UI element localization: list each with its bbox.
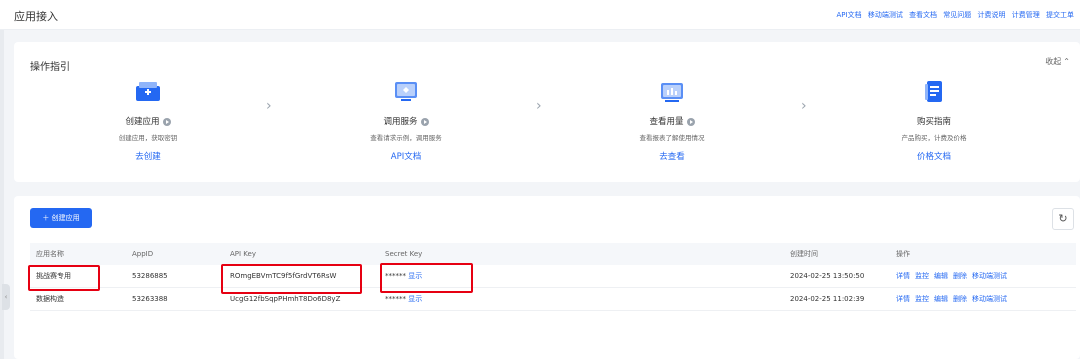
column-header: API Key (230, 250, 256, 258)
step-arrow-icon: › (266, 98, 272, 114)
row-actions: 详情 监控 编辑 删除 移动端测试 (896, 288, 1012, 310)
top-links: API文档 移动端测试 查看文档 常见问题 计费说明 计费管理 提交工单 (833, 10, 1074, 20)
step-desc: 产品购买，计费及价格 (901, 134, 967, 142)
operation-guide-card: 操作指引 收起 ⌃ 创建应用 创建应用，获取密钥 去创建 › 调用服务 查看请求示… (14, 42, 1080, 182)
link-faq[interactable]: 常见问题 (943, 11, 971, 19)
details-link[interactable]: 详情 (896, 272, 910, 280)
table-header: 应用名称 AppID API Key Secret Key 创建时间 操作 (30, 243, 1076, 265)
column-header: AppID (132, 250, 154, 258)
pricing-docs-link[interactable]: 价格文档 (834, 150, 1034, 162)
table-row: 挑战赛专用 53286885 ROmgEBVmTC9f5fGrdVT6RsW *… (30, 265, 1076, 288)
mobile-test-link[interactable]: 移动端测试 (972, 272, 1007, 280)
app-table: 应用名称 AppID API Key Secret Key 创建时间 操作 挑战… (30, 243, 1076, 311)
play-info-icon[interactable] (162, 117, 171, 126)
link-billing-manage[interactable]: 计费管理 (1012, 11, 1040, 19)
app-id: 53286885 (132, 272, 168, 280)
purchase-guide-icon (921, 80, 947, 104)
step-arrow-icon: › (801, 98, 807, 114)
refresh-icon[interactable]: ↻ (1052, 208, 1074, 230)
guide-title: 操作指引 (30, 62, 70, 73)
app-name-link[interactable]: 数据构造 (36, 288, 64, 310)
top-bar: 应用接入 API文档 移动端测试 查看文档 常见问题 计费说明 计费管理 提交工… (0, 0, 1080, 30)
go-create-link[interactable]: 去创建 (48, 150, 248, 162)
link-mobile-test[interactable]: 移动端测试 (868, 11, 903, 19)
app-list-card: ＋ 创建应用 ↻ 应用名称 AppID API Key Secret Key 创… (14, 196, 1080, 359)
highlight-box-secret-key (380, 263, 473, 293)
link-submit-ticket[interactable]: 提交工单 (1046, 11, 1074, 19)
link-api-docs[interactable]: API文档 (837, 11, 862, 19)
api-docs-link[interactable]: API文档 (306, 150, 506, 162)
app-id: 53263388 (132, 295, 168, 303)
step-arrow-icon: › (536, 98, 542, 114)
create-app-icon (135, 80, 161, 104)
call-service-icon (393, 80, 419, 104)
play-info-icon[interactable] (686, 117, 695, 126)
go-view-link[interactable]: 去查看 (572, 150, 772, 162)
sidebar-toggle-icon[interactable]: ‹ (2, 284, 10, 310)
mobile-test-link[interactable]: 移动端测试 (972, 295, 1007, 303)
step-name: 查看用量 (649, 117, 684, 127)
column-header: 操作 (896, 250, 910, 258)
step-desc: 查看请求示例，调用服务 (370, 134, 442, 142)
highlight-box-app-name (28, 265, 100, 291)
create-app-button[interactable]: ＋ 创建应用 (30, 208, 92, 228)
details-link[interactable]: 详情 (896, 295, 910, 303)
collapse-button[interactable]: 收起 ⌃ (1045, 56, 1070, 67)
usage-chart-icon (659, 80, 685, 104)
monitor-link[interactable]: 监控 (915, 295, 929, 303)
row-actions: 详情 监控 编辑 删除 移动端测试 (896, 265, 1012, 287)
highlight-box-api-key (221, 264, 362, 294)
edit-link[interactable]: 编辑 (934, 295, 948, 303)
delete-link[interactable]: 删除 (953, 272, 967, 280)
step-name: 调用服务 (383, 117, 418, 127)
step-desc: 创建应用，获取密钥 (118, 134, 178, 142)
guide-step-create-app: 创建应用 创建应用，获取密钥 去创建 (48, 80, 248, 162)
created-time: 2024-02-25 11:02:39 (790, 295, 865, 303)
column-header: Secret Key (385, 250, 423, 258)
step-name: 购买指南 (916, 117, 951, 127)
column-header: 创建时间 (790, 250, 818, 258)
guide-step-call-service: 调用服务 查看请求示例，调用服务 API文档 (306, 80, 506, 162)
step-desc: 查看报表了解使用情况 (639, 134, 705, 142)
show-secret-link[interactable]: 显示 (408, 295, 422, 303)
column-header: 应用名称 (36, 250, 64, 258)
play-info-icon[interactable] (420, 117, 429, 126)
guide-step-view-usage: 查看用量 查看报表了解使用情况 去查看 (572, 80, 772, 162)
table-row: 数据构造 53263388 UcgG12fbSqpPHmhT8Do6D8yZ *… (30, 288, 1076, 311)
plus-icon: ＋ (42, 214, 52, 222)
link-view-docs[interactable]: 查看文档 (909, 11, 937, 19)
link-billing-info[interactable]: 计费说明 (978, 11, 1006, 19)
chevron-up-icon: ⌃ (1063, 57, 1070, 66)
monitor-link[interactable]: 监控 (915, 272, 929, 280)
page-title: 应用接入 (14, 10, 58, 23)
edit-link[interactable]: 编辑 (934, 272, 948, 280)
created-time: 2024-02-25 13:50:50 (790, 272, 865, 280)
guide-step-purchase: 购买指南 产品购买，计费及价格 价格文档 (834, 80, 1034, 162)
delete-link[interactable]: 删除 (953, 295, 967, 303)
step-name: 创建应用 (125, 117, 160, 127)
